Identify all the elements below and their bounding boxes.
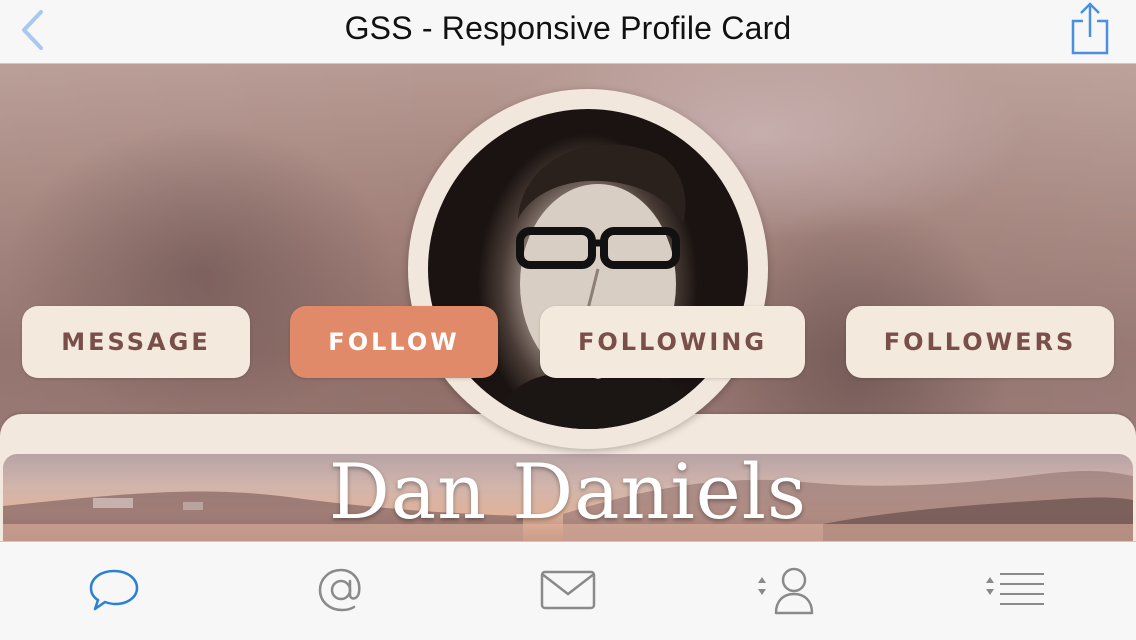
- share-icon: [1071, 2, 1109, 55]
- person-sort-icon: [758, 567, 814, 615]
- page-title: GSS - Responsive Profile Card: [344, 10, 792, 46]
- follow-button[interactable]: FOLLOW: [290, 306, 498, 378]
- message-button[interactable]: MESSAGE: [22, 306, 250, 378]
- chat-bubble-icon: [89, 569, 139, 611]
- tab-bar: [0, 541, 1136, 640]
- tab-mentions[interactable]: [311, 564, 371, 616]
- tab-profile[interactable]: [752, 564, 822, 616]
- tab-messages[interactable]: [538, 564, 598, 616]
- following-button[interactable]: FOLLOWING: [540, 306, 805, 378]
- tab-chat[interactable]: [84, 564, 144, 616]
- avatar[interactable]: [428, 109, 748, 429]
- tab-more[interactable]: [980, 564, 1050, 616]
- at-sign-icon: [318, 568, 361, 612]
- navigation-bar: GSS - Responsive Profile Card: [0, 0, 1136, 64]
- share-button[interactable]: [1066, 0, 1114, 58]
- profile-name: Dan Daniels: [328, 447, 808, 536]
- list-sort-icon: [986, 573, 1044, 605]
- avatar-frame: [408, 89, 768, 449]
- followers-button[interactable]: FOLLOWERS: [846, 306, 1114, 378]
- envelope-icon: [540, 570, 596, 610]
